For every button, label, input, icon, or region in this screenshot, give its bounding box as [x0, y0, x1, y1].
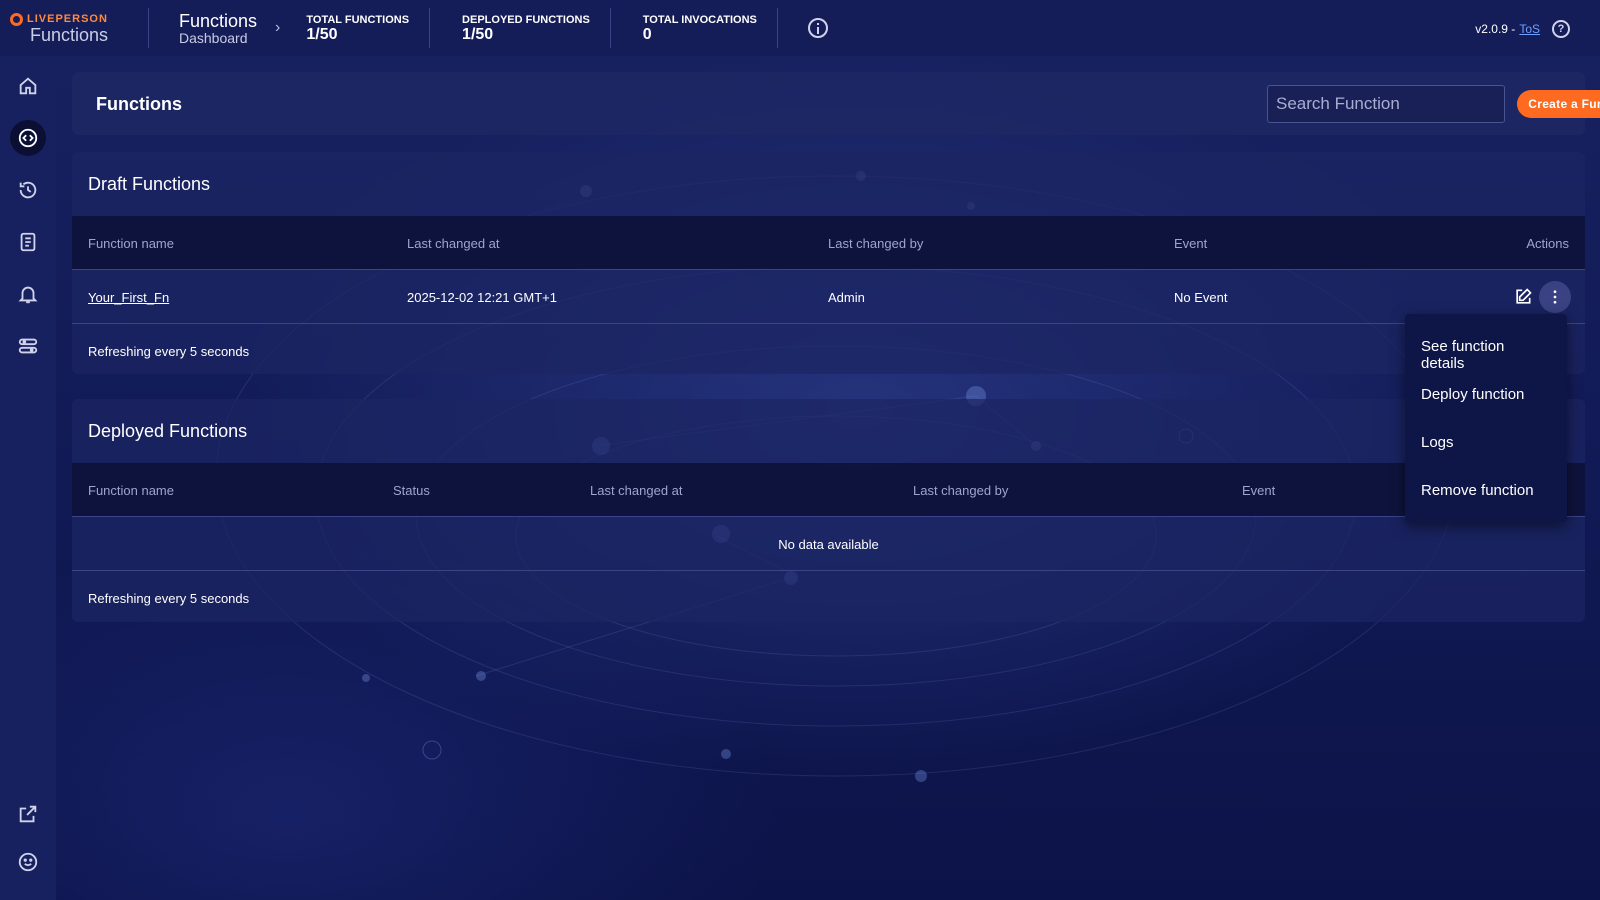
column-header: Last changed by [913, 483, 1009, 498]
smiley-icon[interactable] [10, 844, 46, 880]
bell-icon[interactable] [10, 276, 46, 312]
top-bar: LIVEPERSON Functions Functions Dashboard… [0, 0, 1600, 56]
divider [776, 8, 778, 48]
changed-at-cell: 2025-12-02 12:21 GMT+1 [407, 290, 557, 305]
external-link-icon[interactable] [10, 796, 46, 832]
document-icon[interactable] [10, 224, 46, 260]
product-name: Functions [30, 24, 109, 45]
column-header: Status [393, 483, 430, 498]
functions-icon[interactable] [10, 120, 46, 156]
function-name-link[interactable]: Your_First_Fn [88, 290, 169, 305]
column-header: Actions [1526, 236, 1569, 251]
table-row: Your_First_Fn 2025-12-02 12:21 GMT+1 Adm… [72, 270, 1585, 324]
help-icon[interactable]: ? [1552, 20, 1570, 38]
functions-header: Functions Create a Function [72, 72, 1600, 135]
column-header: Event [1174, 236, 1208, 251]
tos-link[interactable]: ToS [1519, 22, 1540, 36]
stat-total-functions: TOTAL FUNCTIONS 1/50 [306, 13, 410, 43]
changed-by-cell: Admin [828, 290, 865, 305]
create-function-button[interactable]: Create a Function [1517, 90, 1600, 118]
stat-total-invocations: TOTAL INVOCATIONS 0 [642, 13, 757, 43]
table-header: Function name Last changed at Last chang… [72, 216, 1585, 270]
refresh-status: Refreshing every 5 seconds [88, 344, 250, 359]
column-header: Function name [88, 483, 174, 498]
app-logo[interactable]: LIVEPERSON Functions [0, 12, 148, 45]
column-header: Last changed at [407, 236, 500, 251]
deployed-functions-section: Deployed Functions Function name Status … [72, 399, 1585, 622]
info-icon[interactable] [807, 18, 828, 38]
version-text: v2.0.9 - [1475, 22, 1516, 36]
table-row: No data available [72, 517, 1585, 571]
menu-item-logs[interactable]: Logs [1405, 420, 1567, 468]
column-header: Function name [88, 236, 174, 251]
refresh-status: Refreshing every 5 seconds [88, 591, 250, 606]
page-title: Functions [96, 94, 182, 114]
column-header: Event [1242, 483, 1276, 498]
column-header: Last changed at [590, 483, 683, 498]
actions-menu: See function details Deploy function Log… [1405, 314, 1567, 522]
event-cell: No Event [1174, 290, 1228, 305]
menu-item-remove[interactable]: Remove function [1405, 468, 1567, 516]
version-area: v2.0.9 - ToS ? [1475, 20, 1570, 38]
empty-state: No data available [778, 537, 879, 552]
menu-item-deploy[interactable]: Deploy function [1405, 372, 1567, 420]
column-header: Last changed by [828, 236, 924, 251]
stat-deployed-functions: DEPLOYED FUNCTIONS 1/50 [462, 13, 590, 43]
chevron-right-icon: › [275, 19, 281, 36]
draft-functions-section: Draft Functions Function name Last chang… [72, 152, 1585, 374]
menu-item-see-details[interactable]: See function details [1405, 324, 1567, 372]
brand-name: LIVEPERSON [27, 13, 108, 25]
breadcrumb: Functions Dashboard [149, 11, 275, 45]
settings-icon[interactable] [10, 328, 46, 364]
more-options-icon[interactable] [1539, 281, 1571, 313]
search-input[interactable] [1267, 85, 1505, 123]
history-icon[interactable] [10, 172, 46, 208]
section-title: Deployed Functions [88, 421, 248, 441]
sidebar [0, 56, 56, 900]
breadcrumb-title: Functions [179, 11, 258, 31]
liveperson-logo-icon [10, 12, 23, 26]
section-title: Draft Functions [88, 174, 211, 194]
home-icon[interactable] [10, 68, 46, 104]
breadcrumb-subtitle: Dashboard [179, 30, 248, 46]
edit-icon[interactable] [1513, 287, 1533, 307]
table-header: Function name Status Last changed at Las… [72, 463, 1585, 517]
